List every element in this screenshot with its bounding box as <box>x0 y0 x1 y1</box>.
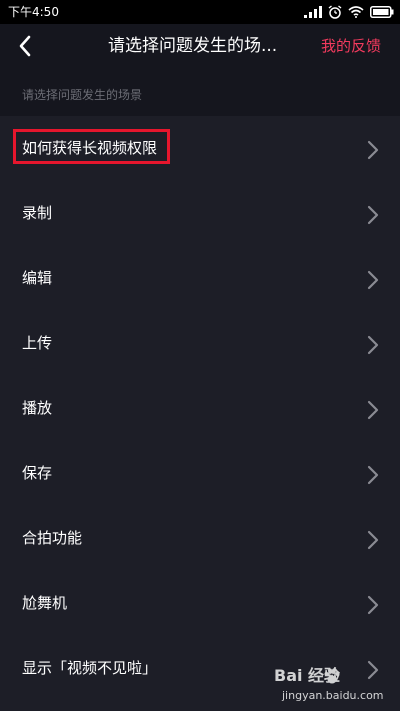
signal-icon <box>304 6 322 18</box>
list-item-dance-machine[interactable]: 尬舞机 <box>0 571 400 636</box>
chevron-right-icon <box>366 270 380 290</box>
status-bar: 下午4:50 <box>0 0 400 24</box>
list-item-long-video-permission[interactable]: 如何获得长视频权限 <box>0 116 400 181</box>
chevron-right-icon <box>366 205 380 225</box>
status-time: 下午4:50 <box>8 5 59 19</box>
list-item-label: 编辑 <box>22 269 53 287</box>
list-item-label: 保存 <box>22 464 53 482</box>
back-button[interactable] <box>12 32 40 60</box>
alarm-icon <box>328 5 342 19</box>
paw-icon <box>322 666 342 686</box>
list-item-label: 如何获得长视频权限 <box>22 139 158 157</box>
watermark-url: jingyan.baidu.com <box>282 689 384 702</box>
list-item-record[interactable]: 录制 <box>0 181 400 246</box>
chevron-right-icon <box>366 140 380 160</box>
my-feedback-button[interactable]: 我的反馈 <box>321 35 381 57</box>
list-item-label: 显示「视频不见啦」 <box>22 659 158 677</box>
chevron-right-icon <box>366 400 380 420</box>
nav-bar: 请选择问题发生的场... 我的反馈 <box>0 24 400 68</box>
list-item-label: 上传 <box>22 334 53 352</box>
list-item-label: 尬舞机 <box>22 594 68 612</box>
list-item-label: 播放 <box>22 399 53 417</box>
scene-list: 如何获得长视频权限 录制 编辑 上传 播放 保存 合拍功能 尬舞机 显示「视频不… <box>0 116 400 711</box>
list-item-upload[interactable]: 上传 <box>0 311 400 376</box>
watermark: Bai 经验 jingyan.baidu.com <box>274 665 392 705</box>
chevron-right-icon <box>366 465 380 485</box>
list-item-playback[interactable]: 播放 <box>0 376 400 441</box>
list-item-edit[interactable]: 编辑 <box>0 246 400 311</box>
chevron-right-icon <box>366 530 380 550</box>
wifi-icon <box>348 6 364 18</box>
screen: 下午4:50 请选择问题发生的场... 我的反馈 请选择问题发生的场景 如何获得… <box>0 0 400 711</box>
list-item-duet[interactable]: 合拍功能 <box>0 506 400 571</box>
battery-icon <box>370 6 394 18</box>
section-header: 请选择问题发生的场景 <box>0 68 400 116</box>
list-item-label: 录制 <box>22 204 53 222</box>
page-title: 请选择问题发生的场... <box>108 36 278 56</box>
list-item-save[interactable]: 保存 <box>0 441 400 506</box>
status-icons <box>304 3 394 21</box>
chevron-right-icon <box>366 335 380 355</box>
section-label: 请选择问题发生的场景 <box>22 88 143 102</box>
chevron-left-icon <box>12 32 40 60</box>
list-item-label: 合拍功能 <box>22 529 83 547</box>
chevron-right-icon <box>366 595 380 615</box>
